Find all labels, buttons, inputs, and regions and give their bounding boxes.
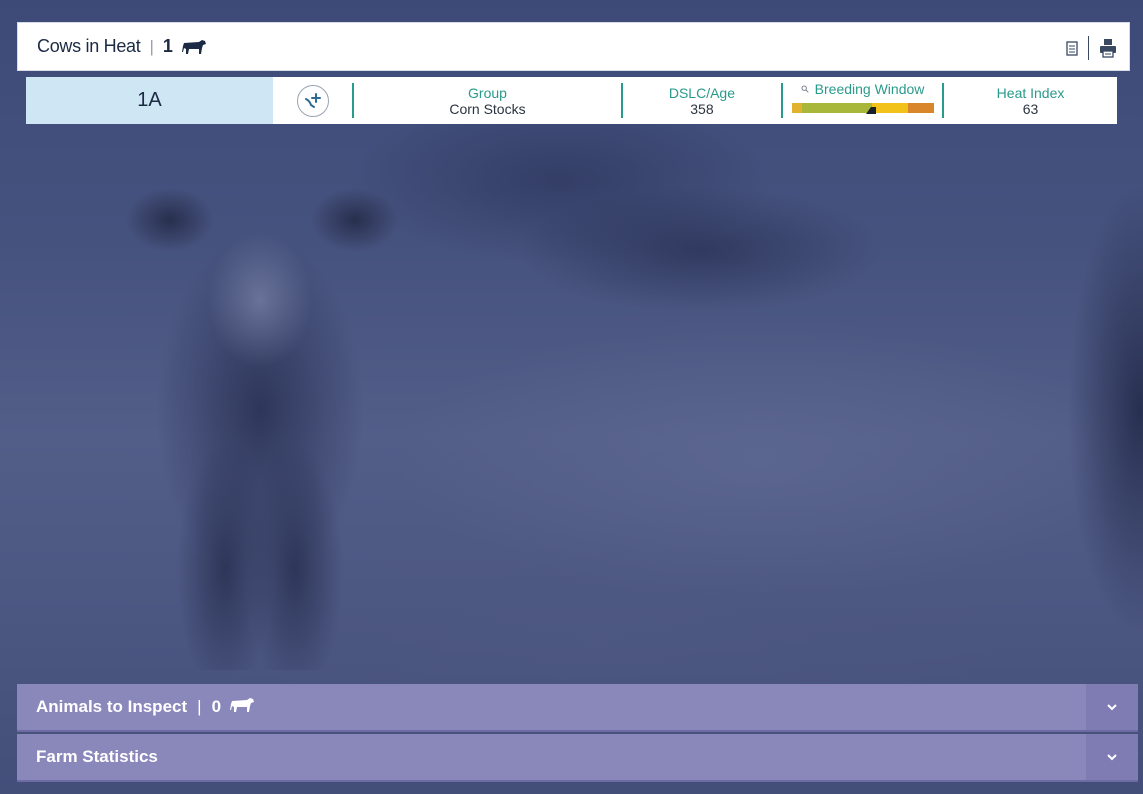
background-cow-image <box>110 150 410 670</box>
page-title: Cows in Heat <box>37 36 141 56</box>
group-value: Corn Stocks <box>449 100 526 117</box>
breeding-window-segment <box>791 103 802 113</box>
breeding-window-segment <box>801 103 872 113</box>
panel-separator: | <box>197 697 202 716</box>
add-treatment-icon[interactable] <box>296 84 329 117</box>
printer-icon[interactable] <box>1099 38 1117 58</box>
heat-index-label: Heat Index <box>996 84 1065 101</box>
chevron-down-icon[interactable] <box>1086 684 1138 730</box>
title-separator: | <box>149 36 154 56</box>
animals-to-inspect-title: Animals to Inspect <box>36 697 188 716</box>
cow-icon <box>229 697 255 718</box>
heat-index-value: 63 <box>1022 100 1039 117</box>
breeding-window-segment <box>907 103 934 113</box>
animal-row: 1A Group Corn Stocks DSLC/Age 358 Breedi… <box>26 77 1117 124</box>
farm-statistics-title: Farm Statistics <box>36 747 158 766</box>
cows-in-heat-header: Cows in Heat | 1 <box>17 22 1130 71</box>
background-cow-image-right <box>1050 110 1143 710</box>
breeding-window-segment <box>871 103 908 113</box>
cow-icon <box>181 39 207 55</box>
breeding-window-marker <box>865 107 876 114</box>
farm-statistics-panel[interactable]: Farm Statistics <box>17 734 1138 782</box>
breeding-window-label: Breeding Window <box>814 81 925 97</box>
search-icon[interactable] <box>801 85 809 93</box>
animals-to-inspect-count: 0 <box>211 697 222 716</box>
breeding-window-bar <box>791 103 934 114</box>
row-action-cell <box>273 77 352 124</box>
cows-in-heat-count: 1 <box>162 36 173 56</box>
breeding-window-header: Breeding Window <box>801 81 925 97</box>
animal-id[interactable]: 1A <box>26 77 274 124</box>
header-actions <box>1066 36 1117 60</box>
dslc-value: 358 <box>690 100 714 117</box>
dslc-label: DSLC/Age <box>668 84 735 101</box>
animals-to-inspect-panel[interactable]: Animals to Inspect | 0 <box>17 684 1138 732</box>
chevron-down-icon[interactable] <box>1086 734 1138 780</box>
heat-index-column: Heat Index 63 <box>942 83 1117 118</box>
breeding-window-column: Breeding Window <box>780 81 942 118</box>
document-icon[interactable] <box>1066 40 1078 56</box>
group-label: Group <box>468 84 507 101</box>
actions-divider <box>1088 36 1089 60</box>
group-column: Group Corn Stocks <box>352 83 621 118</box>
dslc-column: DSLC/Age 358 <box>620 83 781 118</box>
